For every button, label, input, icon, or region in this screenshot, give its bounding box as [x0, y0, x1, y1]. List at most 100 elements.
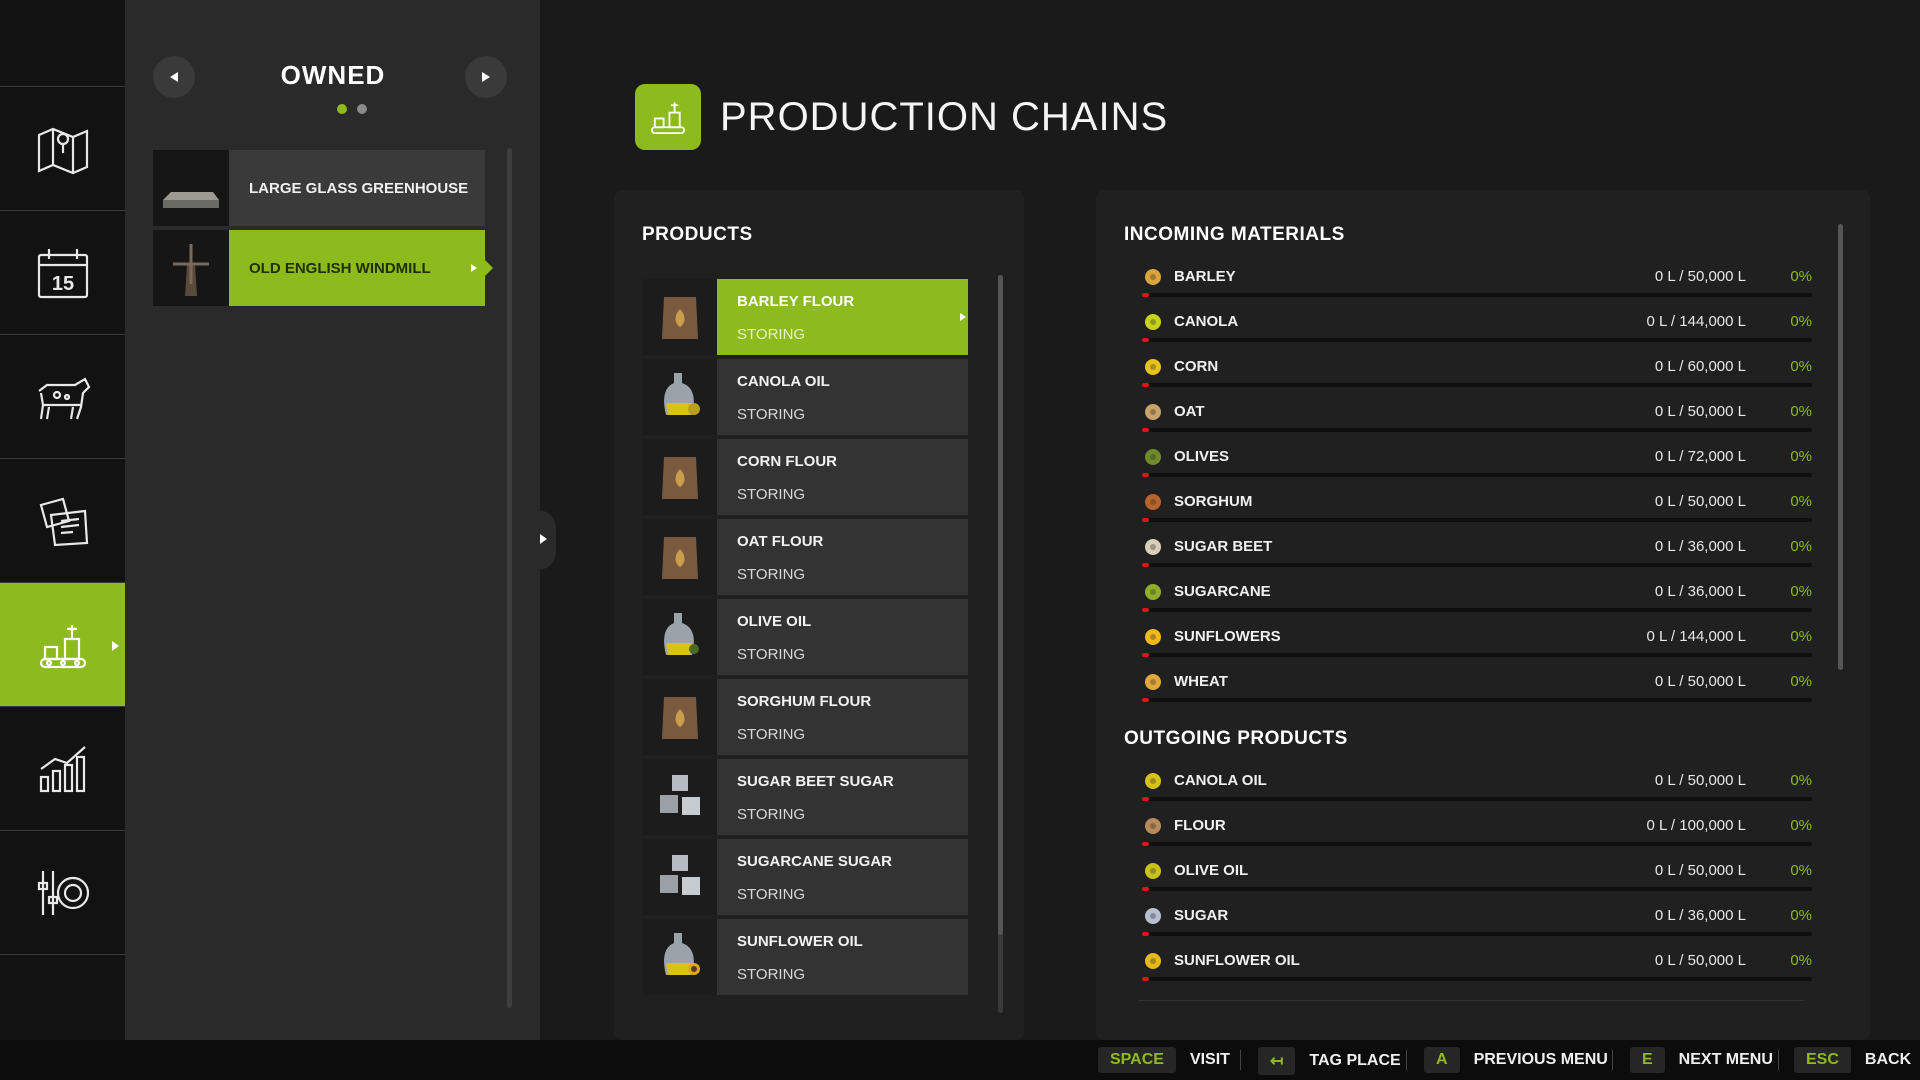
material-capacity: 0 L / 144,000 L [1646, 628, 1746, 645]
material-row: OAT 0 L / 50,000 L 0% [1132, 397, 1812, 442]
fill-level-indicator [1142, 383, 1149, 387]
material-capacity: 0 L / 36,000 L [1654, 538, 1746, 555]
map-icon [37, 127, 88, 174]
material-name: FLOUR [1174, 817, 1226, 834]
product-item[interactable]: SUGARCANE SUGAR STORING [643, 839, 968, 915]
nav-map[interactable] [0, 87, 125, 211]
back-hint[interactable]: ESC BACK [1794, 1047, 1911, 1073]
product-status: STORING [737, 326, 806, 343]
hint-label: NEXT MENU [1678, 1051, 1773, 1068]
cow-icon [37, 376, 90, 419]
product-item[interactable]: CANOLA OIL STORING [643, 359, 968, 435]
product-status: STORING [737, 486, 806, 503]
material-row: OLIVES 0 L / 72,000 L 0% [1132, 442, 1812, 487]
collapse-panel-button[interactable] [538, 510, 556, 570]
material-capacity: 0 L / 50,000 L [1654, 493, 1746, 510]
places-scrollbar[interactable] [507, 148, 512, 1008]
product-list: BARLEY FLOUR STORING CANOLA OIL STORING … [643, 279, 968, 1011]
corn-icon [1145, 359, 1161, 375]
product-name: SUGARCANE SUGAR [737, 853, 893, 870]
product-item[interactable]: CORN FLOUR STORING [643, 439, 968, 515]
fill-level-bar [1142, 653, 1812, 657]
category-title: OWNED [280, 60, 386, 90]
olives-icon [1145, 449, 1161, 465]
windmill-thumbnail [153, 230, 229, 306]
nav-statistics[interactable] [0, 707, 125, 831]
oil-jug-icon [643, 919, 717, 995]
place-item-windmill[interactable]: OLD ENGLISH WINDMILL [153, 230, 493, 306]
places-panel: OWNED LARGE GLASS GREENHOUSE OLD ENGLISH… [125, 0, 540, 1040]
place-item-greenhouse[interactable]: LARGE GLASS GREENHOUSE [153, 150, 485, 226]
product-name: OLIVE OIL [737, 613, 812, 630]
material-capacity: 0 L / 50,000 L [1654, 403, 1746, 420]
flour-sack-icon [643, 679, 717, 755]
fill-level-indicator [1142, 977, 1149, 981]
material-capacity: 0 L / 50,000 L [1654, 268, 1746, 285]
materials-scrollbar[interactable] [1838, 224, 1843, 670]
material-percent: 0% [1790, 817, 1812, 834]
material-capacity: 0 L / 36,000 L [1654, 583, 1746, 600]
nav-production[interactable] [0, 583, 135, 707]
material-percent: 0% [1790, 772, 1812, 789]
key-badge: ESC [1794, 1047, 1851, 1073]
product-name: BARLEY FLOUR [737, 293, 855, 310]
prev-category-button[interactable] [153, 56, 195, 98]
product-status: STORING [737, 966, 806, 983]
previous-menu-hint[interactable]: A PREVIOUS MENU [1424, 1047, 1608, 1073]
hint-label: PREVIOUS MENU [1473, 1051, 1608, 1068]
material-capacity: 0 L / 50,000 L [1654, 772, 1746, 789]
material-name: OAT [1174, 403, 1205, 420]
fill-level-indicator [1142, 887, 1149, 891]
product-item[interactable]: SUNFLOWER OIL STORING [643, 919, 968, 995]
oat-icon [1145, 404, 1161, 420]
fill-level-bar [1142, 887, 1812, 891]
fill-level-bar [1142, 977, 1812, 981]
nav-settings[interactable] [0, 831, 125, 955]
fill-level-indicator [1142, 473, 1149, 477]
material-name: OLIVE OIL [1174, 862, 1249, 879]
next-category-button[interactable] [465, 56, 507, 98]
material-name: CANOLA OIL [1174, 772, 1267, 789]
fill-level-indicator [1142, 563, 1149, 567]
visit-hint[interactable]: SPACE VISIT [1098, 1047, 1230, 1073]
products-scrollbar-thumb[interactable] [998, 275, 1003, 935]
product-item[interactable]: SUGAR BEET SUGAR STORING [643, 759, 968, 835]
tag-place-hint[interactable]: ↤ TAG PLACE [1258, 1047, 1401, 1075]
nav-animals[interactable] [0, 335, 125, 459]
material-row: SORGHUM 0 L / 50,000 L 0% [1132, 487, 1812, 532]
calendar-day: 15 [51, 273, 73, 295]
fill-level-bar [1142, 563, 1812, 567]
material-percent: 0% [1790, 907, 1812, 924]
material-percent: 0% [1790, 358, 1812, 375]
product-item[interactable]: OAT FLOUR STORING [643, 519, 968, 595]
olive-oil-icon [1145, 863, 1161, 879]
place-list: LARGE GLASS GREENHOUSE OLD ENGLISH WINDM… [153, 150, 493, 310]
next-menu-hint[interactable]: E NEXT MENU [1630, 1047, 1773, 1073]
production-chains-icon [635, 84, 701, 150]
statistics-icon [39, 745, 86, 792]
product-item[interactable]: BARLEY FLOUR STORING [643, 279, 968, 355]
nav-calendar[interactable]: 15 [0, 211, 125, 335]
fill-level-indicator [1142, 842, 1149, 846]
material-percent: 0% [1790, 862, 1812, 879]
product-status: STORING [737, 646, 806, 663]
material-capacity: 0 L / 50,000 L [1654, 952, 1746, 969]
fill-level-indicator [1142, 293, 1149, 297]
fill-level-bar [1142, 932, 1812, 936]
active-caret-icon [960, 313, 966, 321]
material-capacity: 0 L / 36,000 L [1654, 907, 1746, 924]
material-row: CORN 0 L / 60,000 L 0% [1132, 352, 1812, 397]
fill-level-bar [1142, 338, 1812, 342]
material-percent: 0% [1790, 493, 1812, 510]
footer-divider [1612, 1050, 1613, 1070]
material-row: CANOLA OIL 0 L / 50,000 L 0% [1132, 766, 1812, 811]
material-row: CANOLA 0 L / 144,000 L 0% [1132, 307, 1812, 352]
nav-contracts[interactable] [0, 459, 125, 583]
product-item[interactable]: SORGHUM FLOUR STORING [643, 679, 968, 755]
page-dot [357, 104, 367, 114]
material-percent: 0% [1790, 448, 1812, 465]
material-row: SUGAR 0 L / 36,000 L 0% [1132, 901, 1812, 946]
oil-jug-icon [643, 359, 717, 435]
product-item[interactable]: OLIVE OIL STORING [643, 599, 968, 675]
key-badge: ↤ [1258, 1047, 1296, 1075]
